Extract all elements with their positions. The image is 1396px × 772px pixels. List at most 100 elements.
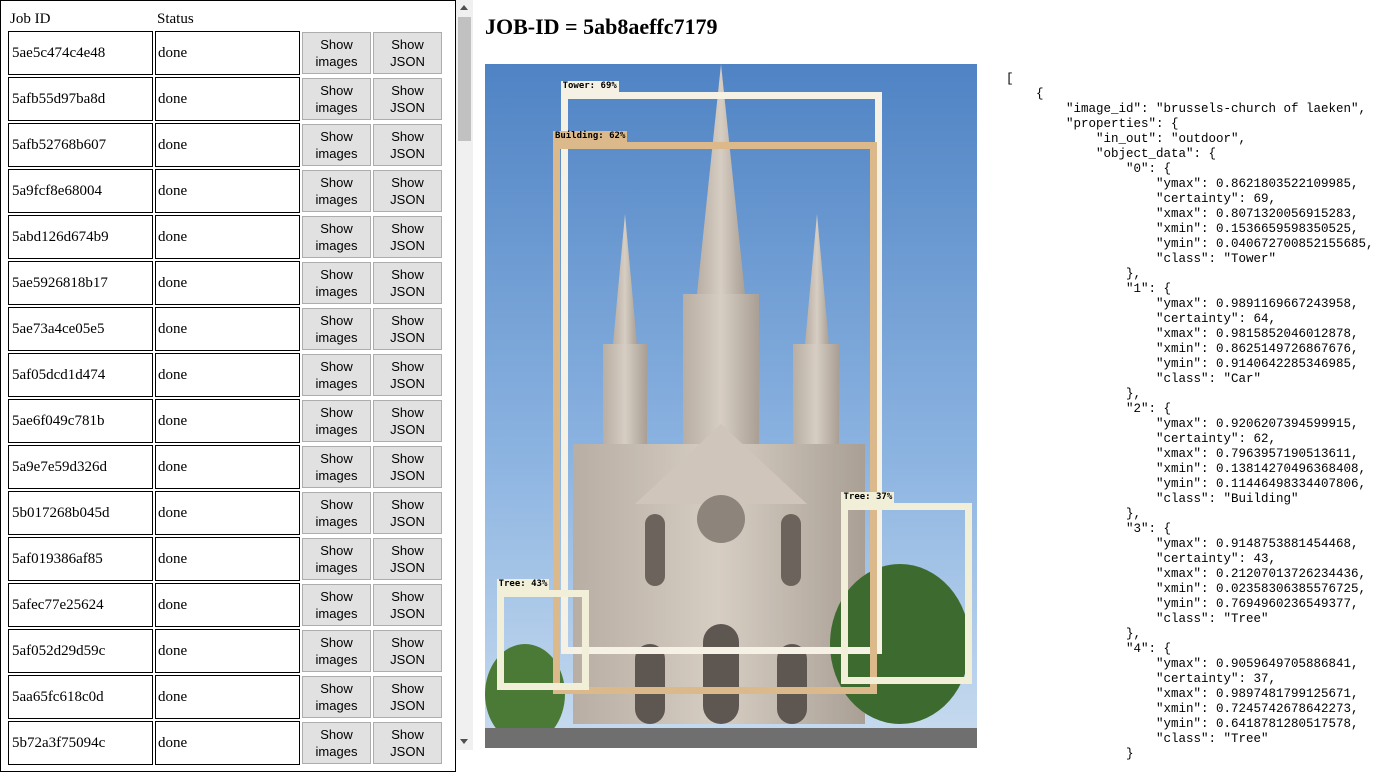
show-json-button[interactable]: Show JSON [373, 124, 442, 166]
table-row: 5ae73a4ce05e5 done Show images Show JSON [8, 307, 442, 351]
table-row: 5af05dcd1d474 done Show images Show JSON [8, 353, 442, 397]
job-status-cell: done [155, 261, 300, 305]
show-images-button[interactable]: Show images [302, 124, 371, 166]
job-id-cell: 5a9e7e59d326d [8, 445, 153, 489]
show-json-button[interactable]: Show JSON [373, 676, 442, 718]
job-status-cell: done [155, 583, 300, 627]
show-images-button[interactable]: Show images [302, 538, 371, 580]
job-status-cell: done [155, 399, 300, 443]
job-id-cell: 5af052d29d59c [8, 629, 153, 673]
job-id-cell: 5abd126d674b9 [8, 215, 153, 259]
table-row: 5ae5926818b17 done Show images Show JSON [8, 261, 442, 305]
job-status-cell: done [155, 215, 300, 259]
table-row: 5ae6f049c781b done Show images Show JSON [8, 399, 442, 443]
scroll-up-button[interactable] [456, 0, 473, 17]
job-status-cell: done [155, 123, 300, 167]
table-row: 5afec77e25624 done Show images Show JSON [8, 583, 442, 627]
job-status-cell: done [155, 445, 300, 489]
show-json-button[interactable]: Show JSON [373, 722, 442, 764]
job-table: Job ID Status 5ae5c474c4e48 done Show image… [6, 7, 444, 767]
job-title: JOB-ID = 5ab8aeffc7179 [485, 14, 718, 39]
job-id-cell: 5a9fcf8e68004 [8, 169, 153, 213]
show-images-button[interactable]: Show images [302, 446, 371, 488]
job-id-cell: 5ae5926818b17 [8, 261, 153, 305]
job-id-cell: 5af019386af85 [8, 537, 153, 581]
scroll-up-arrow-icon [460, 5, 468, 10]
show-images-button[interactable]: Show images [302, 32, 371, 74]
show-json-button[interactable]: Show JSON [373, 308, 442, 350]
job-status-cell: done [155, 307, 300, 351]
table-row: 5af019386af85 done Show images Show JSON [8, 537, 442, 581]
show-json-button[interactable]: Show JSON [373, 630, 442, 672]
show-images-button[interactable]: Show images [302, 584, 371, 626]
job-id-cell: 5ae5c474c4e48 [8, 31, 153, 75]
scroll-thumb[interactable] [458, 17, 471, 141]
table-row: 5afb52768b607 done Show images Show JSON [8, 123, 442, 167]
detection-box-building [552, 142, 877, 694]
show-images-button[interactable]: Show images [302, 354, 371, 396]
show-images-button[interactable]: Show images [302, 722, 371, 764]
show-json-button[interactable]: Show JSON [373, 538, 442, 580]
detection-label: Tree: 43% [496, 579, 550, 591]
show-json-button[interactable]: Show JSON [373, 584, 442, 626]
table-header-row: Job ID Status [8, 9, 442, 29]
status-header: Status [157, 11, 194, 27]
show-json-button[interactable]: Show JSON [373, 492, 442, 534]
detection-box-tree [841, 503, 972, 684]
job-id-cell: 5ae6f049c781b [8, 399, 153, 443]
job-id-cell: 5b72a3f75094c [8, 721, 153, 765]
job-id-cell: 5ae73a4ce05e5 [8, 307, 153, 351]
job-status-cell: done [155, 31, 300, 75]
show-json-button[interactable]: Show JSON [373, 78, 442, 120]
job-id-cell: 5afb55d97ba8d [8, 77, 153, 121]
show-json-button[interactable]: Show JSON [373, 354, 442, 396]
table-row: 5a9e7e59d326d done Show images Show JSON [8, 445, 442, 489]
show-images-button[interactable]: Show images [302, 170, 371, 212]
scroll-down-arrow-icon [460, 739, 468, 744]
show-images-button[interactable]: Show images [302, 216, 371, 258]
job-list-panel: Job ID Status 5ae5c474c4e48 done Show image… [0, 0, 456, 772]
show-json-button[interactable]: Show JSON [373, 262, 442, 304]
job-status-cell: done [155, 629, 300, 673]
show-json-button[interactable]: Show JSON [373, 170, 442, 212]
job-status-cell: done [155, 77, 300, 121]
job-id-cell: 5afb52768b607 [8, 123, 153, 167]
job-status-cell: done [155, 353, 300, 397]
show-json-button[interactable]: Show JSON [373, 446, 442, 488]
show-images-button[interactable]: Show images [302, 78, 371, 120]
job-id-header: Job ID [10, 11, 51, 27]
show-images-button[interactable]: Show images [302, 630, 371, 672]
show-images-button[interactable]: Show images [302, 676, 371, 718]
table-row: 5b72a3f75094c done Show images Show JSON [8, 721, 442, 765]
show-json-button[interactable]: Show JSON [373, 32, 442, 74]
detection-image-viewer: Tower: 69% Building: 62% Tree: 37% Tree: 43… [485, 64, 977, 748]
job-status-cell: done [155, 675, 300, 719]
job-rows: 5ae5c474c4e48 done Show images Show JSON 5afb5… [8, 31, 442, 765]
show-images-button[interactable]: Show images [302, 400, 371, 442]
show-images-button[interactable]: Show images [302, 262, 371, 304]
job-status-cell: done [155, 169, 300, 213]
table-row: 5a9fcf8e68004 done Show images Show JSON [8, 169, 442, 213]
show-json-button[interactable]: Show JSON [373, 216, 442, 258]
show-json-button[interactable]: Show JSON [373, 400, 442, 442]
json-output: [ { "image_id": "brussels-church of laek… [1006, 72, 1374, 761]
show-images-button[interactable]: Show images [302, 308, 371, 350]
detection-label: Tower: 69% [560, 80, 619, 92]
job-id-cell: 5af05dcd1d474 [8, 353, 153, 397]
job-status-cell: done [155, 721, 300, 765]
table-row: 5afb55d97ba8d done Show images Show JSON [8, 77, 442, 121]
job-list-scrollbar[interactable] [456, 0, 473, 750]
show-images-button[interactable]: Show images [302, 492, 371, 534]
job-id-cell: 5b017268b045d [8, 491, 153, 535]
job-id-cell: 5afec77e25624 [8, 583, 153, 627]
detection-box-tree [496, 590, 590, 690]
job-id-cell: 5aa65fc618c0d [8, 675, 153, 719]
job-status-cell: done [155, 537, 300, 581]
scroll-down-button[interactable] [456, 733, 473, 750]
detection-label: Building: 62% [552, 131, 628, 143]
table-row: 5af052d29d59c done Show images Show JSON [8, 629, 442, 673]
table-row: 5ae5c474c4e48 done Show images Show JSON [8, 31, 442, 75]
detection-label: Tree: 37% [841, 492, 895, 504]
table-row: 5b017268b045d done Show images Show JSON [8, 491, 442, 535]
table-row: 5abd126d674b9 done Show images Show JSON [8, 215, 442, 259]
